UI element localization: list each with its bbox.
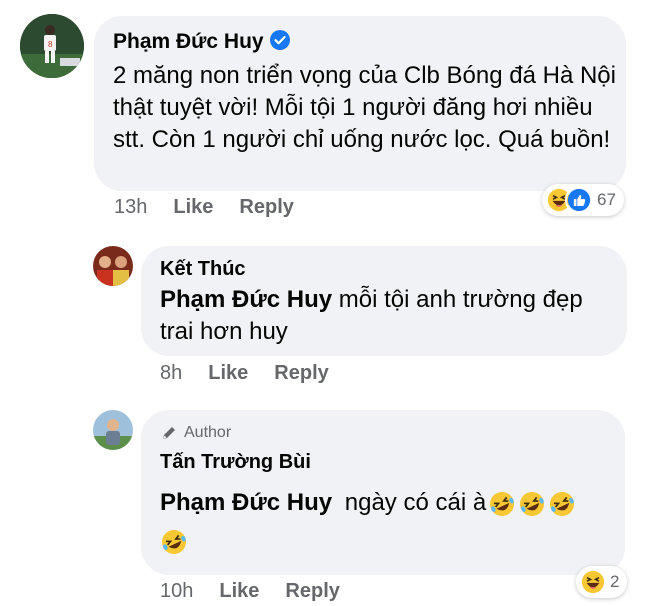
reply-text: Phạm Đức Huy ngày có cái à	[160, 484, 620, 560]
reaction-count: 67	[597, 190, 616, 209]
pencil-icon	[163, 427, 175, 439]
reply-author-name[interactable]: Kết Thúc	[160, 258, 246, 281]
reply-body: ngày có cái à	[338, 489, 487, 516]
author-badge-label: Author	[184, 424, 232, 441]
reply-time[interactable]: 10h	[160, 580, 193, 603]
avatar-photo	[93, 410, 133, 450]
mention-tag[interactable]: Phạm Đức Huy	[160, 489, 332, 516]
reply-author-name[interactable]: Tấn Trường Bùi	[160, 451, 311, 474]
like-button[interactable]: Like	[173, 196, 213, 219]
avatar-pham-duc-huy[interactable]: 8	[20, 14, 84, 78]
avatar-tan-truong-bui[interactable]	[93, 410, 133, 450]
like-icon	[565, 186, 593, 214]
reply-actions: 8h Like Reply	[160, 362, 355, 385]
comment-author-name[interactable]: Phạm Đức Huy	[113, 30, 264, 53]
rofl-emoji-icon	[490, 491, 515, 516]
comment-actions: 13h Like Reply	[114, 196, 320, 219]
rofl-emoji-icon	[520, 491, 545, 516]
avatar-photo: 8	[20, 14, 84, 78]
like-button[interactable]: Like	[208, 362, 248, 385]
author-badge: Author	[160, 424, 231, 442]
svg-text:8: 8	[48, 40, 53, 49]
reply-actions: 10h Like Reply	[160, 580, 366, 603]
reply-text: Phạm Đức Huy mỗi tội anh trường đẹp trai…	[160, 284, 620, 348]
verified-badge-icon	[269, 30, 290, 50]
avatar-ket-thuc[interactable]	[93, 246, 133, 286]
reply-time[interactable]: 8h	[160, 362, 182, 385]
comment-time[interactable]: 13h	[114, 196, 147, 219]
mention-tag[interactable]: Phạm Đức Huy	[160, 286, 332, 313]
reply-button[interactable]: Reply	[285, 580, 339, 603]
like-button[interactable]: Like	[219, 580, 259, 603]
avatar-photo	[93, 246, 133, 286]
reply-button[interactable]: Reply	[239, 196, 293, 219]
haha-icon	[579, 568, 607, 596]
reaction-summary[interactable]: 67	[542, 184, 624, 216]
comment-text: 2 măng non triển vọng của Clb Bóng đá Hà…	[113, 62, 616, 153]
reply-button[interactable]: Reply	[274, 362, 328, 385]
reaction-count: 2	[610, 572, 620, 591]
rofl-emoji-icon	[162, 529, 186, 554]
rofl-emoji-icon	[550, 491, 575, 516]
comment-author[interactable]: Phạm Đức Huy	[113, 30, 290, 54]
reaction-summary[interactable]: 2	[576, 566, 628, 598]
